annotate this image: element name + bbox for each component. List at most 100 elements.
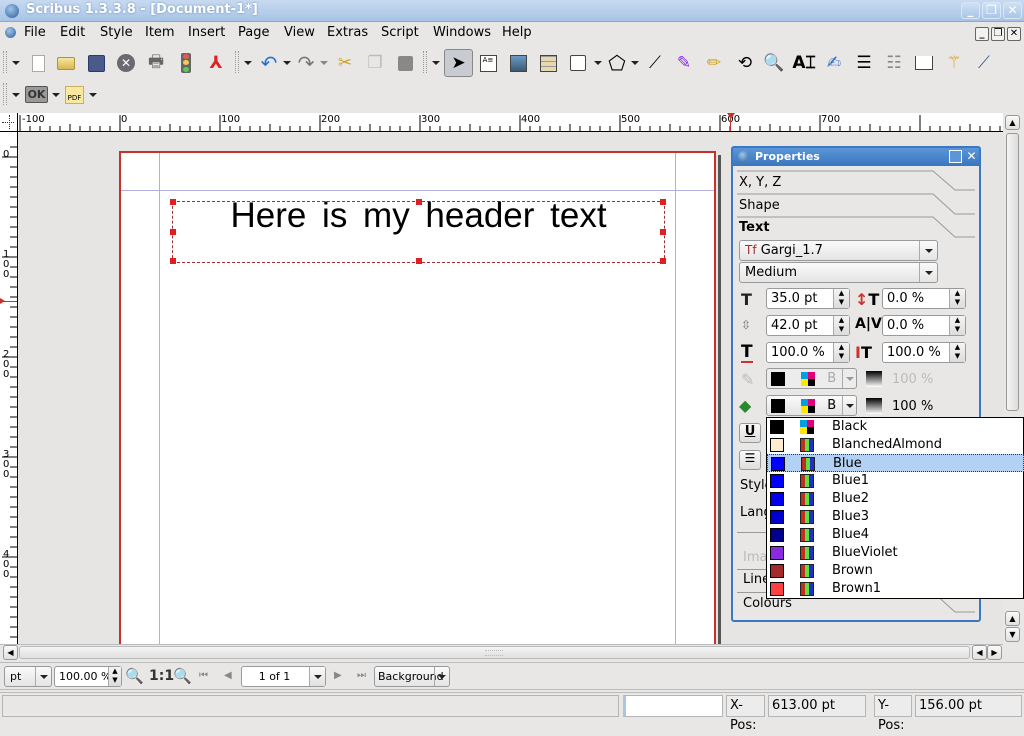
scroll-down-button[interactable]: ▼ [1005, 627, 1020, 642]
shape-tool[interactable] [566, 51, 590, 75]
fill-color-select[interactable]: B [766, 395, 857, 416]
color-option[interactable]: Blue1 [767, 472, 1024, 490]
palette-float-button[interactable] [949, 150, 962, 163]
menu-style[interactable]: Style [100, 25, 133, 40]
layer-select[interactable]: Background [374, 666, 450, 687]
color-option[interactable]: Blue4 [767, 526, 1024, 544]
toolbar-menu-arrow[interactable] [432, 61, 440, 65]
maximize-button[interactable]: ❐ [982, 2, 1001, 19]
resize-handle[interactable] [660, 229, 666, 235]
redo-icon[interactable]: ↷ [294, 51, 318, 75]
scroll-left-button-right[interactable]: ◀ [972, 645, 987, 660]
toolbar-grip[interactable] [235, 51, 239, 73]
cut-icon[interactable]: ✂ [333, 51, 357, 75]
first-page-button[interactable]: ⏮ [199, 670, 208, 681]
scroll-left-button[interactable]: ◀ [3, 645, 18, 660]
zoom-out-icon[interactable]: 🔍 [125, 667, 144, 685]
section-xyz[interactable]: X, Y, Z [739, 175, 781, 190]
text-frame[interactable]: Here is my header text [170, 196, 666, 264]
doc-minimize-button[interactable]: _ [975, 27, 989, 41]
menu-extras[interactable]: Extras [327, 25, 368, 40]
toolbar-grip[interactable] [3, 51, 7, 73]
text-frame-tool[interactable]: A≡ [476, 51, 500, 75]
vertical-scroll-thumb[interactable] [1006, 133, 1019, 411]
fill-shade-value[interactable]: 100 % [892, 399, 933, 414]
properties-title-bar[interactable]: Properties [733, 148, 979, 166]
color-option[interactable]: Brown [767, 562, 1024, 580]
tracking-stepper[interactable]: ▲ ▼ [949, 316, 965, 335]
scale-width-field[interactable]: 100.0 % ▲ ▼ [766, 342, 850, 363]
scale-height-field[interactable]: 100.0 % ▲ ▼ [882, 342, 966, 363]
link-text-frames-tool[interactable]: ☰ [852, 51, 876, 75]
scroll-up-button-lower[interactable]: ▲ [1005, 611, 1020, 626]
palette-close-button[interactable]: ✕ [965, 150, 978, 163]
resize-handle[interactable] [170, 199, 176, 205]
zoom-tool[interactable]: 🔍 [762, 51, 786, 75]
redo-dropdown-arrow[interactable] [320, 61, 328, 65]
color-option[interactable]: Blue [767, 454, 1024, 472]
toolbar-grip[interactable] [3, 83, 7, 105]
baseline-offset-stepper[interactable]: ▲ ▼ [949, 289, 965, 308]
paste-icon[interactable] [393, 51, 417, 75]
toolbar-menu-arrow[interactable] [12, 93, 20, 97]
toolbar-menu-arrow[interactable] [12, 61, 20, 65]
color-option[interactable]: Blue2 [767, 490, 1024, 508]
horizontal-scroll-thumb[interactable] [19, 646, 970, 659]
color-option[interactable]: Brown1 [767, 580, 1024, 598]
vertical-ruler[interactable]: 0 100 200 300 400 [0, 132, 18, 644]
font-size-stepper[interactable]: ▲ ▼ [833, 289, 849, 308]
next-page-button[interactable]: ▶ [334, 670, 342, 681]
section-shape[interactable]: Shape [739, 198, 780, 213]
polygon-tool[interactable]: ⬠ [605, 51, 629, 75]
menu-view[interactable]: View [284, 25, 315, 40]
line-tool[interactable]: ⟋ [643, 51, 667, 75]
menu-page[interactable]: Page [238, 25, 269, 40]
toolbar-menu-arrow[interactable] [244, 61, 252, 65]
tracking-field[interactable]: 0.0 % ▲ ▼ [882, 315, 966, 336]
line-spacing-stepper[interactable]: ▲ ▼ [833, 316, 849, 335]
menu-edit[interactable]: Edit [60, 25, 85, 40]
horizontal-ruler[interactable]: -100 0 100 200 300 400 500 600 700 [18, 113, 1003, 132]
menu-insert[interactable]: Insert [188, 25, 225, 40]
measurements-tool[interactable] [912, 51, 936, 75]
save-icon[interactable] [84, 51, 108, 75]
zoom-field[interactable]: 100.00 % ▲ ▼ [54, 666, 122, 687]
edit-text-story-tool[interactable]: ✍ [822, 51, 846, 75]
menu-windows[interactable]: Windows [433, 25, 491, 40]
doc-close-button[interactable]: ✕ [1007, 27, 1021, 41]
color-option[interactable]: BlueViolet [767, 544, 1024, 562]
resize-handle[interactable] [416, 258, 422, 264]
zoom-actual-size-button[interactable]: 1:1 [149, 668, 174, 684]
undo-dropdown-arrow[interactable] [283, 61, 291, 65]
image-frame-tool[interactable] [506, 51, 530, 75]
color-option[interactable]: BlanchedAlmond [767, 436, 1024, 454]
resize-handle[interactable] [416, 199, 422, 205]
line-spacing-field[interactable]: 42.0 pt ▲ ▼ [766, 315, 850, 336]
export-pdf-icon[interactable]: ⅄ [204, 51, 228, 75]
toolbar-grip[interactable] [423, 51, 427, 73]
undo-icon[interactable]: ↶ [257, 51, 281, 75]
scale-width-stepper[interactable]: ▲ ▼ [833, 343, 849, 362]
last-page-button[interactable]: ⏭ [357, 670, 366, 681]
minimize-button[interactable]: _ [961, 2, 980, 19]
new-document-icon[interactable] [26, 51, 50, 75]
menu-item[interactable]: Item [145, 25, 175, 40]
bezier-curve-tool[interactable]: ✎ [672, 51, 696, 75]
ruler-origin-corner[interactable] [0, 113, 18, 132]
document-page[interactable]: Here is my header text [119, 151, 716, 644]
resize-handle[interactable] [660, 199, 666, 205]
underline-button[interactable]: U [739, 423, 761, 443]
pdf-dropdown-arrow[interactable] [89, 93, 97, 97]
menu-file[interactable]: File [24, 25, 46, 40]
copy-icon[interactable]: ❐ [363, 51, 387, 75]
stroke-color-select[interactable]: B [766, 368, 857, 389]
scroll-right-button[interactable]: ▶ [987, 645, 1002, 660]
print-icon[interactable]: 🖶 [144, 51, 168, 75]
polygon-dropdown-arrow[interactable] [631, 61, 639, 65]
eyedropper-tool[interactable]: ⟋ [972, 51, 996, 75]
unlink-text-frames-tool[interactable]: ☷ [882, 51, 906, 75]
select-item-tool[interactable]: ➤ [444, 49, 473, 77]
close-document-icon[interactable]: ✕ [114, 51, 138, 75]
baseline-offset-field[interactable]: 0.0 % ▲ ▼ [882, 288, 966, 309]
open-folder-icon[interactable] [54, 51, 78, 75]
